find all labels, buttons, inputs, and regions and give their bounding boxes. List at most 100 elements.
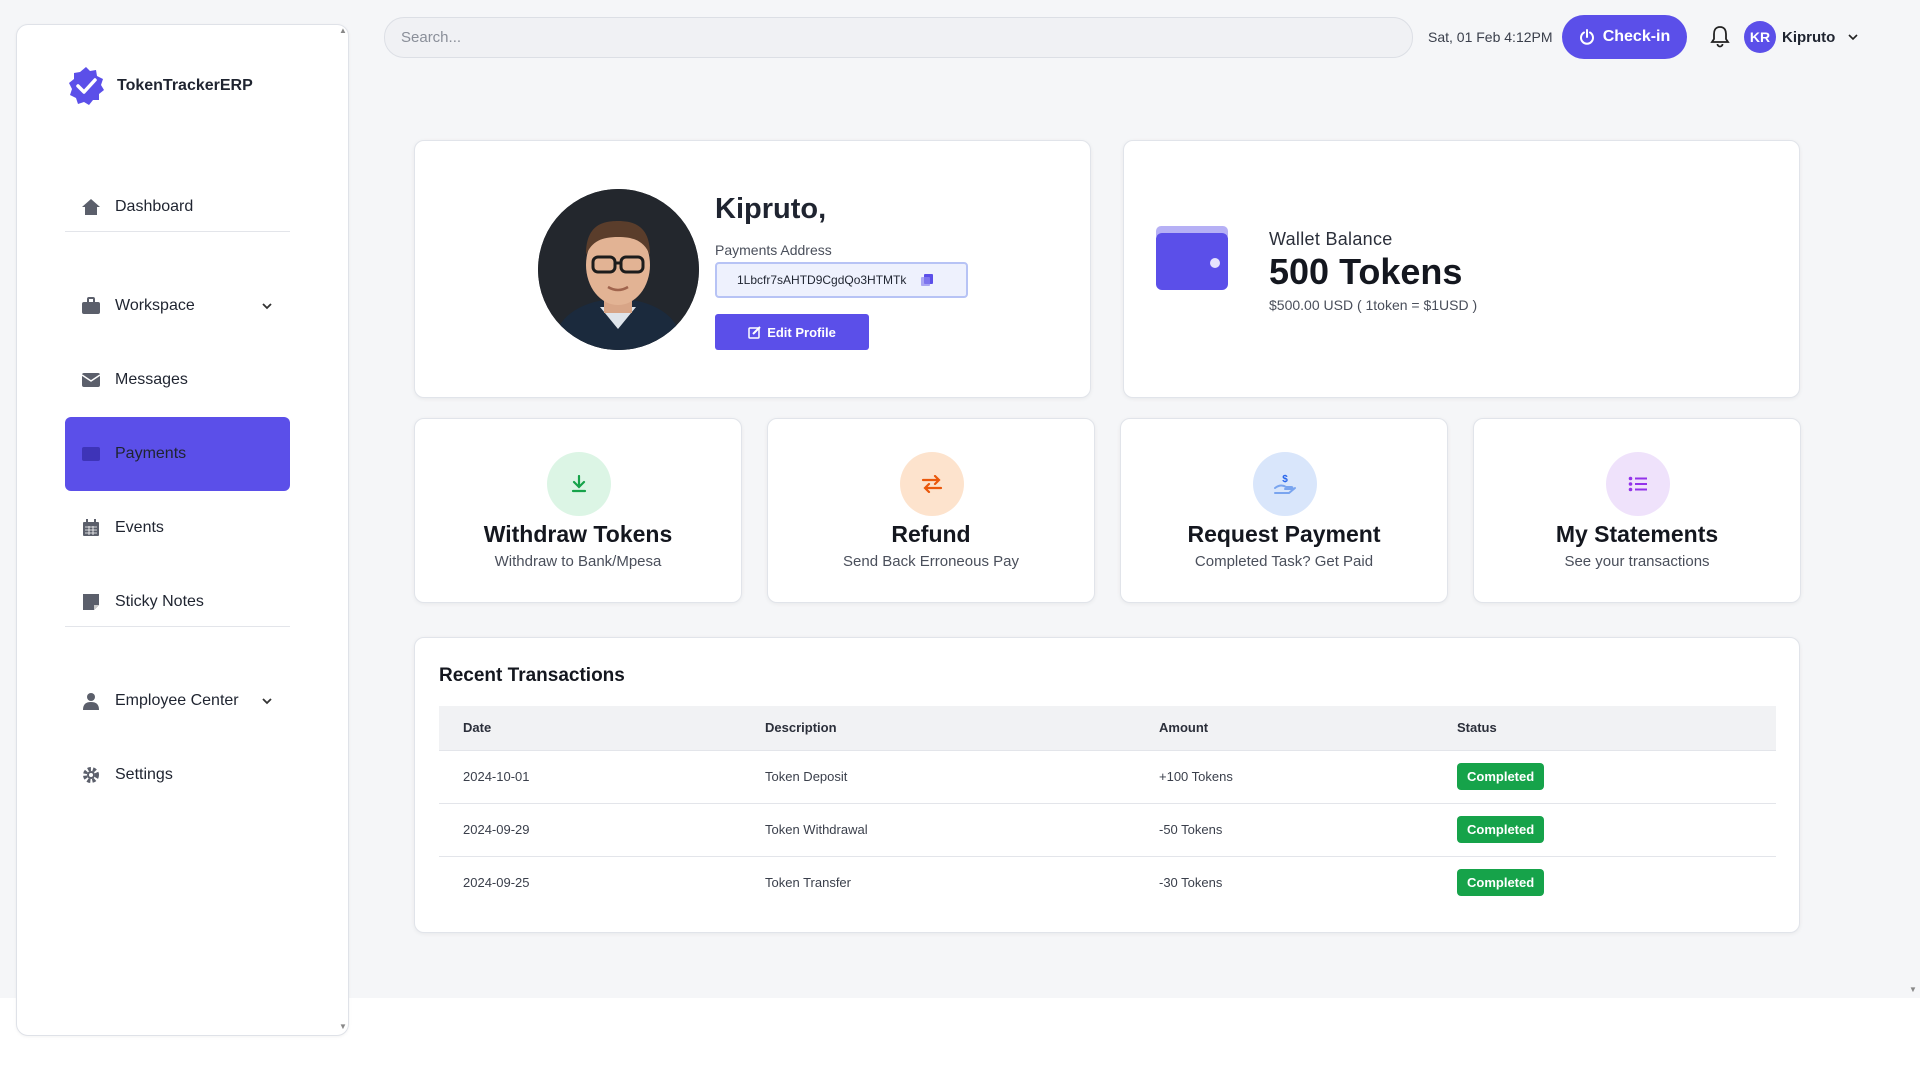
tx-status-cell: Completed [1433, 803, 1776, 857]
chevron-down-icon[interactable] [260, 299, 274, 313]
edit-profile-button[interactable]: Edit Profile [715, 314, 869, 350]
sidebar-item-label: Events [115, 519, 164, 536]
sidebar-item-messages[interactable]: Messages [65, 343, 290, 417]
payments-address-field[interactable]: 1Lbcfr7sAHTD9CgdQo3HTMTk [715, 262, 968, 298]
sidebar-item-label: Employee Center [115, 692, 239, 709]
table-header-row: Date Description Amount Status [439, 706, 1776, 751]
sidebar-item-dashboard[interactable]: Dashboard [65, 170, 290, 244]
credit-card-icon [81, 444, 101, 464]
column-header: Amount [1135, 706, 1433, 751]
hand-dollar-icon: $ [1253, 452, 1317, 516]
wallet-balance-amount: 500 Tokens [1269, 251, 1463, 292]
recent-transactions-title: Recent Transactions [439, 665, 625, 686]
sidebar-item-events[interactable]: Events [65, 491, 290, 565]
sidebar: TokenTrackerERP Dashboard Workspace Mess… [16, 24, 349, 1036]
edit-profile-label: Edit Profile [767, 324, 836, 340]
status-badge: Completed [1457, 816, 1545, 843]
download-icon [547, 452, 611, 516]
search-input[interactable] [384, 17, 1413, 58]
verified-badge-icon [69, 67, 104, 105]
sidebar-item-label: Settings [115, 766, 173, 783]
sidebar-divider [65, 231, 290, 232]
check-in-button[interactable]: Check-in [1562, 15, 1687, 59]
gear-icon [81, 765, 101, 785]
action-title: My Statements [1555, 521, 1719, 547]
home-icon [81, 197, 101, 217]
sidebar-item-employee-center[interactable]: Employee Center [65, 664, 290, 738]
check-in-label: Check-in [1602, 28, 1671, 45]
tx-amount: -30 Tokens [1159, 875, 1223, 891]
briefcase-icon [81, 296, 101, 316]
wallet-icon [1156, 226, 1228, 290]
tx-description: Token Withdrawal [741, 803, 1135, 857]
brand[interactable]: TokenTrackerERP [65, 65, 253, 107]
edit-icon [748, 325, 761, 339]
table-row[interactable]: 2024-09-29 Token Withdrawal -50 Tokens C… [439, 803, 1776, 857]
power-icon [1579, 29, 1594, 45]
brand-name: TokenTrackerERP [117, 77, 253, 94]
avatar: KR [1744, 21, 1776, 53]
sticky-note-icon [81, 592, 101, 612]
user-tie-icon [81, 691, 101, 711]
sidebar-item-label: Workspace [115, 297, 195, 314]
tx-status-cell: Completed [1433, 856, 1776, 909]
request-payment-card[interactable]: $ Request Payment Completed Task? Get Pa… [1120, 418, 1448, 603]
column-header: Date [439, 706, 741, 751]
action-subtitle: Send Back Erroneous Pay [843, 553, 1019, 570]
sidebar-item-sticky-notes[interactable]: Sticky Notes [65, 565, 290, 639]
tx-date: 2024-10-01 [439, 750, 741, 804]
sidebar-scroll-down-arrow[interactable]: ▼ [339, 1022, 347, 1031]
action-title: Refund [891, 521, 971, 547]
payments-address-label: Payments Address [715, 242, 832, 258]
svg-text:$: $ [1282, 474, 1288, 485]
exchange-icon [900, 452, 964, 516]
sidebar-item-payments[interactable]: Payments [65, 417, 290, 491]
calendar-icon [81, 518, 101, 538]
sidebar-item-label: Payments [115, 445, 187, 462]
copy-icon[interactable] [920, 273, 934, 287]
table-row[interactable]: 2024-10-01 Token Deposit +100 Tokens Com… [439, 750, 1776, 804]
tx-amount: -50 Tokens [1135, 803, 1433, 857]
action-title: Withdraw Tokens [483, 521, 673, 547]
tx-date: 2024-09-29 [439, 803, 741, 857]
user-name: Kipruto [1782, 28, 1836, 46]
envelope-icon [81, 370, 101, 390]
profile-card: Kipruto, Payments Address 1Lbcfr7sAHTD9C… [414, 140, 1091, 398]
datetime: Sat, 01 Feb 4:12PM [1428, 29, 1553, 45]
profile-greeting: Kipruto, [715, 193, 827, 225]
tx-amount: +100 Tokens [1135, 750, 1433, 804]
action-subtitle: Withdraw to Bank/Mpesa [494, 553, 662, 570]
wallet-card: Wallet Balance 500 Tokens $500.00 USD ( … [1123, 140, 1800, 398]
transactions-table: Date Description Amount Status 2024-10-0… [439, 706, 1776, 909]
profile-photo [538, 189, 699, 350]
tx-status-cell: Completed [1433, 750, 1776, 804]
action-subtitle: See your transactions [1564, 553, 1710, 570]
column-header: Description [741, 706, 1135, 751]
page-scroll-down-arrow[interactable]: ▼ [1909, 985, 1917, 994]
chevron-down-icon[interactable] [260, 694, 274, 708]
tx-date: 2024-09-25 [463, 875, 530, 891]
sidebar-scroll-up-arrow[interactable]: ▲ [339, 26, 347, 35]
list-icon [1606, 452, 1670, 516]
action-title: Request Payment [1187, 521, 1381, 547]
wallet-balance-label: Wallet Balance [1269, 229, 1393, 249]
wallet-balance-usd: $500.00 USD ( 1token = $1USD ) [1269, 297, 1478, 313]
bell-icon[interactable] [1709, 25, 1731, 49]
sidebar-item-label: Sticky Notes [115, 593, 204, 610]
refund-card[interactable]: Refund Send Back Erroneous Pay [767, 418, 1095, 603]
sidebar-divider [65, 626, 290, 627]
tx-description: Token Deposit [741, 750, 1135, 804]
table-row[interactable]: 2024-09-25 Token Transfer -30 Tokens Com… [439, 856, 1776, 909]
action-subtitle: Completed Task? Get Paid [1194, 553, 1374, 570]
chevron-down-icon [1848, 34, 1858, 41]
sidebar-item-label: Messages [115, 371, 188, 388]
withdraw-tokens-card[interactable]: Withdraw Tokens Withdraw to Bank/Mpesa [414, 418, 742, 603]
sidebar-item-settings[interactable]: Settings [65, 738, 290, 812]
status-badge: Completed [1457, 763, 1545, 790]
user-menu[interactable]: KR Kipruto [1744, 21, 1859, 53]
status-badge: Completed [1457, 869, 1545, 897]
sidebar-item-workspace[interactable]: Workspace [65, 269, 290, 343]
tx-description: Token Transfer [765, 875, 851, 891]
payments-address-value: 1Lbcfr7sAHTD9CgdQo3HTMTk [737, 273, 907, 287]
my-statements-card[interactable]: My Statements See your transactions [1473, 418, 1801, 603]
